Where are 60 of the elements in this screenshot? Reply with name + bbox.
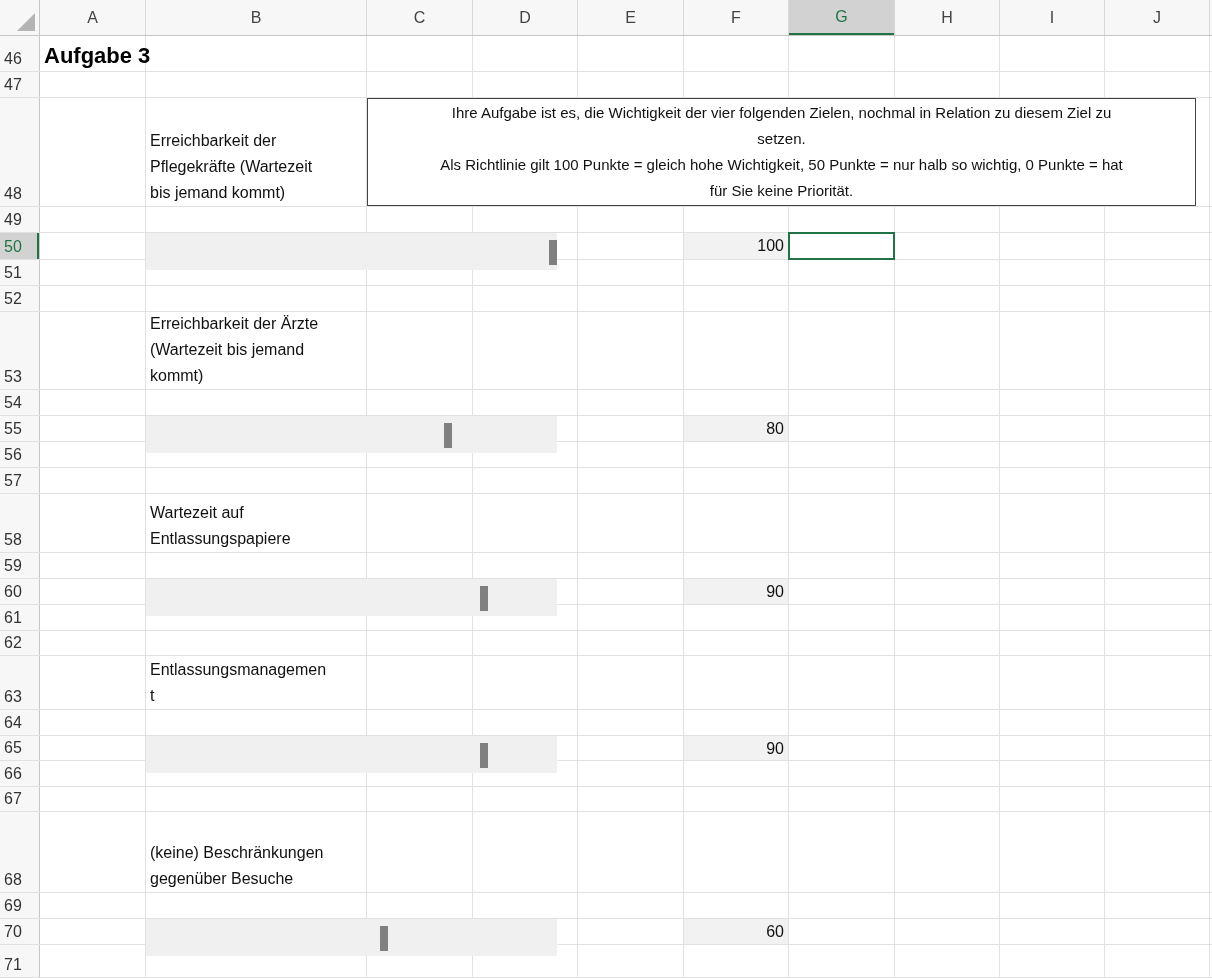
row-header[interactable]: 59 [0, 553, 39, 578]
slider-thumb[interactable] [444, 423, 452, 448]
row-header[interactable]: 65 [0, 736, 39, 760]
active-cell[interactable] [788, 232, 895, 260]
column-header[interactable]: F [684, 0, 788, 35]
row-header[interactable]: 60 [0, 579, 39, 604]
row-header[interactable]: 62 [0, 631, 39, 655]
row-header[interactable]: 47 [0, 72, 39, 97]
text-box: Ihre Aufgabe ist es, die Wichtigkeit der vier folgenden Zielen, nochmal in Relation zu diesem Ziel zu setzen. Als Richtlinie gilt 100 Punkte = gleich hohe Wichtigkeit, 50 Punkte = nur halb so wichtig, 0 Punkte = hat für Sie keine Priorität. [367, 98, 1196, 206]
table-cell-text: (keine) Beschränkungen gegenüber Besuche [150, 843, 324, 889]
row-header[interactable]: 56 [0, 442, 39, 467]
row-header[interactable]: 52 [0, 286, 39, 311]
row-header[interactable]: 51 [0, 260, 39, 285]
select-all-icon[interactable] [17, 13, 35, 31]
row-header[interactable]: 66 [0, 761, 39, 786]
slider-track[interactable] [146, 736, 557, 773]
table-cell: 80 [684, 416, 788, 441]
column-header[interactable]: I [1000, 0, 1104, 35]
row-header[interactable]: 55 [0, 416, 39, 441]
column-header[interactable]: G [789, 0, 894, 35]
slider-thumb[interactable] [480, 586, 488, 611]
row-header[interactable]: 71 [0, 945, 39, 977]
row-header[interactable]: 61 [0, 605, 39, 630]
slider-track[interactable] [146, 919, 557, 956]
slider-thumb[interactable] [480, 743, 488, 768]
table-cell: 90 [684, 736, 788, 760]
column-header[interactable]: J [1105, 0, 1209, 35]
column-header[interactable]: A [40, 0, 145, 35]
row-header[interactable]: 50 [0, 233, 39, 259]
slider-track[interactable] [146, 416, 557, 453]
row-header[interactable]: 68 [0, 812, 39, 892]
slider-track[interactable] [146, 579, 557, 616]
row-header[interactable]: 64 [0, 710, 39, 735]
table-cell: 90 [684, 579, 788, 604]
row-header[interactable]: 57 [0, 468, 39, 493]
slider-thumb[interactable] [380, 926, 388, 951]
table-cell: 60 [684, 919, 788, 944]
column-header[interactable]: D [473, 0, 577, 35]
row-header[interactable]: 49 [0, 207, 39, 232]
table-cell-text: Erreichbarkeit der Pflegekräfte (Wartezeit bis jemand kommt) [150, 131, 313, 203]
row-header[interactable]: 48 [0, 98, 39, 206]
row-header[interactable]: 58 [0, 494, 39, 552]
slider-thumb[interactable] [549, 240, 557, 265]
row-header[interactable]: 46 [0, 36, 39, 71]
slider-track[interactable] [146, 233, 557, 270]
table-cell: 100 [684, 233, 788, 259]
row-header[interactable]: 69 [0, 893, 39, 918]
column-header[interactable]: C [367, 0, 472, 35]
section-title: Aufgabe 3 [44, 42, 151, 70]
column-header[interactable]: E [578, 0, 683, 35]
table-cell-text: Wartezeit auf Entlassungspapiere [150, 503, 291, 549]
row-header[interactable]: 63 [0, 656, 39, 709]
column-header[interactable]: B [146, 0, 366, 35]
column-header[interactable]: H [895, 0, 999, 35]
table-cell-text: Erreichbarkeit der Ärzte (Wartezeit bis jemand kommt) [150, 314, 319, 386]
row-header[interactable]: 70 [0, 919, 39, 944]
row-header[interactable]: 53 [0, 312, 39, 389]
table-cell-text: Entlassungsmanagemen t [150, 660, 327, 706]
row-header[interactable]: 54 [0, 390, 39, 415]
row-header[interactable]: 67 [0, 787, 39, 811]
